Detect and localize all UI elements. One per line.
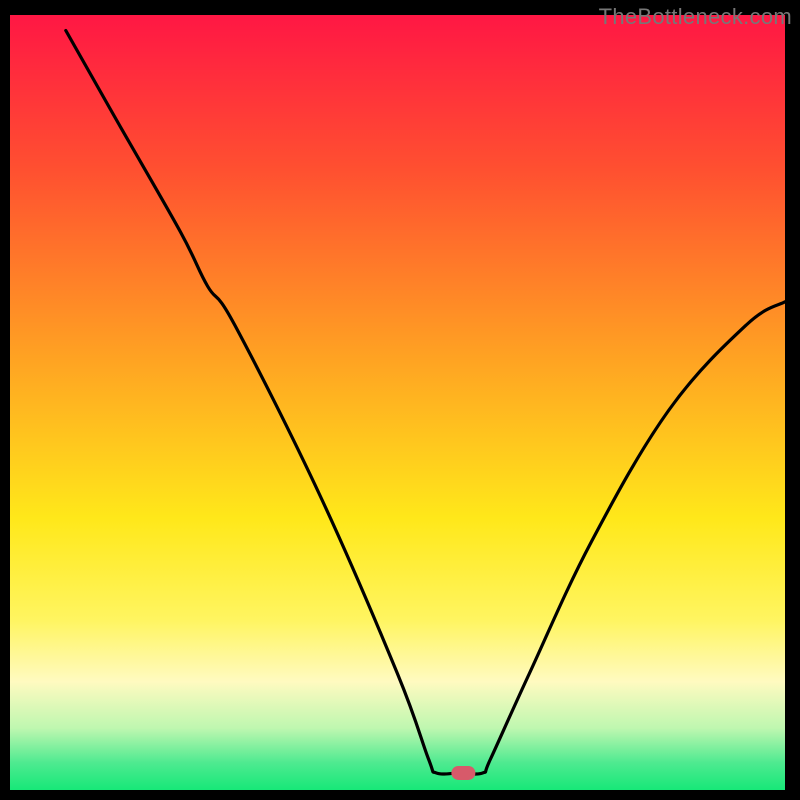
chart-canvas <box>0 0 800 800</box>
chart-frame <box>0 790 800 800</box>
chart-frame <box>785 0 800 800</box>
bottleneck-chart: TheBottleneck.com <box>0 0 800 800</box>
optimal-marker <box>451 766 475 780</box>
chart-frame <box>0 0 10 800</box>
watermark-label: TheBottleneck.com <box>599 4 792 30</box>
